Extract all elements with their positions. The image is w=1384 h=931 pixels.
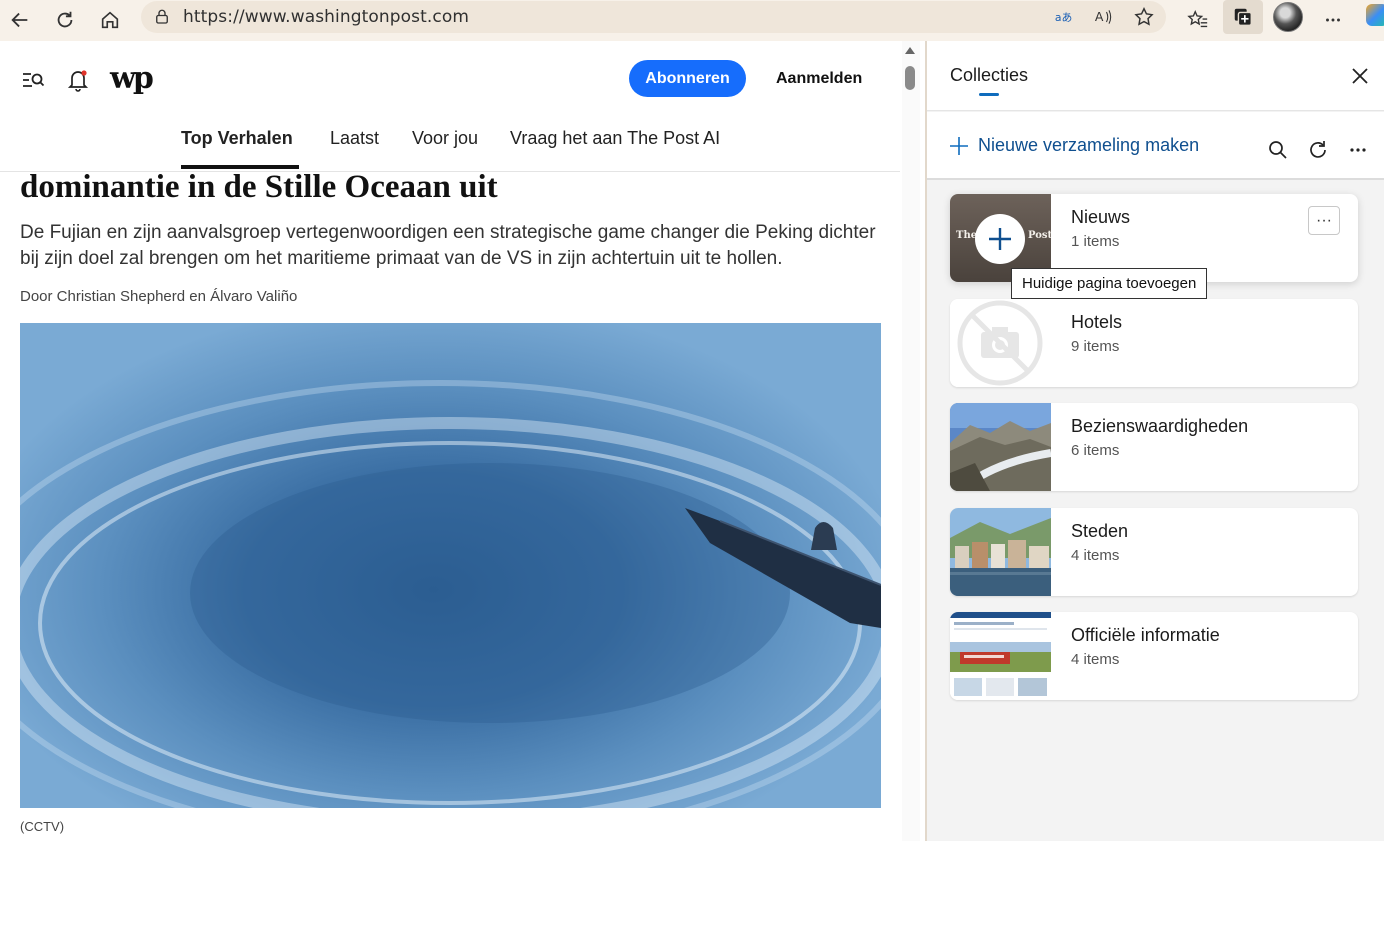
home-icon[interactable]	[94, 4, 126, 36]
collection-name: Officiële informatie	[1071, 625, 1220, 645]
article-byline: Door Christian Shepherd en Álvaro Valiño	[20, 288, 298, 305]
article-headline: dominantie in de Stille Oceaan uit	[20, 169, 498, 205]
article-photo	[20, 323, 881, 808]
back-icon[interactable]	[4, 4, 36, 36]
collection-thumbnail	[950, 403, 1051, 491]
favorite-star-icon[interactable]	[1133, 6, 1155, 28]
collection-more-button[interactable]: ···	[1308, 206, 1340, 235]
panel-toolbar: Nieuwe verzameling maken	[927, 112, 1384, 180]
address-bar[interactable]: https://www.washingtonpost.com aあ A	[141, 1, 1166, 33]
collections-icon[interactable]	[1223, 0, 1263, 34]
scroll-thumb[interactable]	[905, 66, 915, 90]
svg-text:Post: Post	[1028, 230, 1051, 241]
no-image-icon	[957, 300, 1043, 386]
copilot-icon[interactable]	[1366, 4, 1384, 26]
collection-card-steden[interactable]: Steden 4 items	[950, 508, 1358, 596]
collection-name: Steden	[1071, 521, 1129, 541]
collection-count: 4 items	[1071, 547, 1120, 564]
collection-name: Hotels	[1071, 312, 1123, 332]
scroll-up-arrow-icon[interactable]	[905, 47, 915, 54]
menu-search-icon[interactable]	[21, 68, 45, 92]
settings-more-icon[interactable]	[1317, 4, 1349, 36]
add-current-page-icon[interactable]	[975, 214, 1025, 264]
web-page: wp Abonneren Aanmelden Top Verhalen Laat…	[0, 41, 920, 841]
notification-bell-icon[interactable]	[66, 67, 90, 93]
plus-icon	[950, 136, 968, 155]
collection-count: 1 items	[1071, 233, 1120, 250]
wp-logo[interactable]: wp	[110, 61, 154, 96]
collection-name: Nieuws	[1071, 207, 1131, 227]
page-scrollbar[interactable]	[902, 41, 920, 841]
article-summary: De Fujian en zijn aanvalsgroep vertegenw…	[20, 222, 876, 269]
close-panel-icon[interactable]	[1349, 65, 1371, 87]
panel-more-icon[interactable]	[1347, 139, 1369, 161]
url-text: https://www.washingtonpost.com	[183, 7, 469, 27]
site-header: wp Abonneren Aanmelden Top Verhalen Laat…	[0, 41, 900, 172]
panel-title: Collecties	[950, 65, 1029, 85]
collection-thumbnail	[950, 612, 1051, 700]
favorites-icon[interactable]	[1182, 4, 1214, 36]
site-info-icon[interactable]	[151, 6, 173, 28]
svg-text:aあ: aあ	[1055, 11, 1072, 24]
nav-top-stories[interactable]: Top Verhalen	[181, 128, 293, 149]
search-icon[interactable]	[1267, 139, 1289, 161]
refresh-icon[interactable]	[49, 4, 81, 36]
collection-count: 6 items	[1071, 442, 1120, 459]
sync-icon[interactable]	[1307, 139, 1329, 161]
collection-card-hotels[interactable]: Hotels 9 items	[950, 299, 1358, 387]
add-page-tooltip: Huidige pagina toevoegen	[1011, 268, 1208, 299]
read-aloud-icon[interactable]: A	[1093, 6, 1115, 28]
collection-thumbnail	[950, 508, 1051, 596]
signin-button[interactable]: Aanmelden	[776, 70, 862, 88]
collection-card-officiele-informatie[interactable]: Officiële informatie 4 items	[950, 612, 1358, 700]
browser-toolbar: https://www.washingtonpost.com aあ A	[0, 0, 1384, 41]
panel-title-indicator	[979, 93, 999, 96]
photo-caption: (CCTV)	[20, 819, 65, 834]
new-collection-button[interactable]: Nieuwe verzameling maken	[949, 135, 1199, 156]
collection-count: 9 items	[1071, 338, 1120, 355]
collection-name: Bezienswaardigheden	[1071, 416, 1249, 436]
profile-avatar[interactable]	[1273, 2, 1303, 32]
collection-card-bezienswaardigheden[interactable]: Bezienswaardigheden 6 items	[950, 403, 1358, 491]
collection-count: 4 items	[1071, 651, 1120, 668]
nav-ask-post-ai[interactable]: Vraag het aan The Post AI	[510, 128, 720, 149]
svg-text:The: The	[956, 230, 977, 241]
nav-for-you[interactable]: Voor jou	[412, 128, 478, 149]
subscribe-button[interactable]: Abonneren	[629, 60, 746, 97]
collections-panel: Collecties Nieuwe verzameling maken The P…	[925, 41, 1384, 841]
panel-header: Collecties	[927, 41, 1384, 111]
translate-icon[interactable]: aあ	[1053, 6, 1075, 28]
collection-thumbnail	[950, 299, 1051, 387]
svg-text:A: A	[1095, 9, 1104, 24]
nav-latest[interactable]: Laatst	[330, 128, 379, 149]
new-collection-label: Nieuwe verzameling maken	[978, 135, 1200, 155]
